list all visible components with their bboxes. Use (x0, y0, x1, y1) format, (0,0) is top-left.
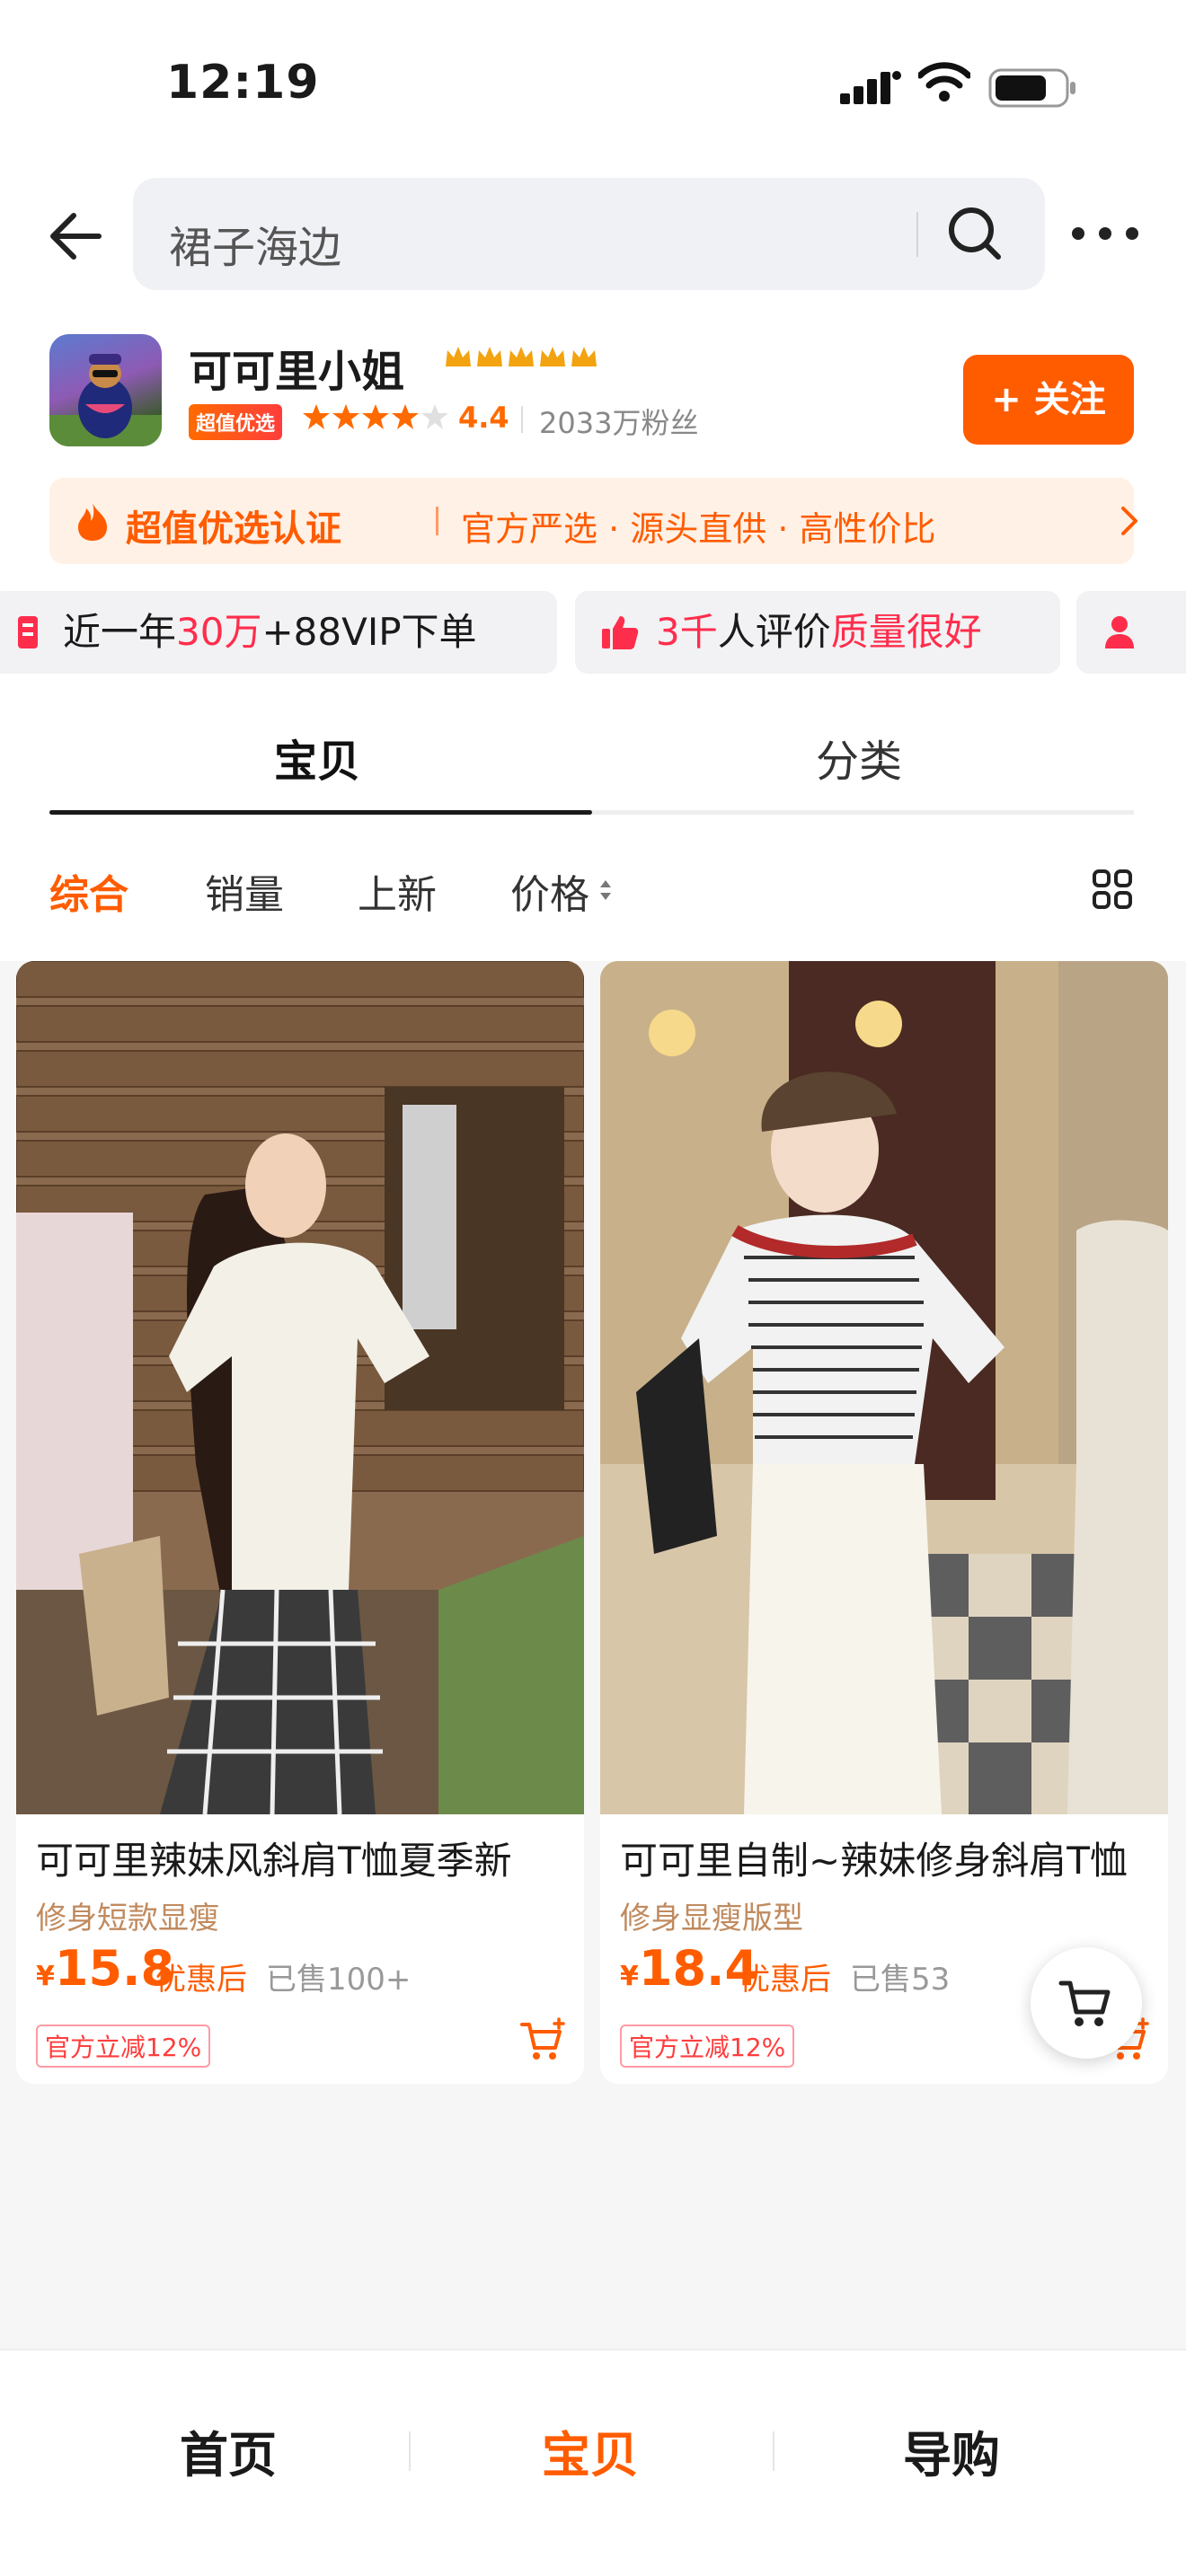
floating-cart-button[interactable] (1031, 1947, 1142, 2059)
sort-price[interactable]: 价格 (510, 862, 589, 920)
certification-title: 超值优选认证 (126, 508, 341, 550)
shop-avatar[interactable] (49, 334, 162, 446)
product-title[interactable]: 可可里辣妹风斜肩T恤夏季新 (36, 1831, 512, 1885)
thumbs-up-icon (602, 616, 639, 649)
flame-icon (78, 503, 107, 541)
value-badge: 超值优选 (189, 404, 283, 440)
sort-sales[interactable]: 销量 (205, 862, 284, 920)
search-bar[interactable]: 裙子海边 (133, 178, 1045, 290)
certification-desc: 官方严选 · 源头直供 · 高性价比 (461, 509, 936, 549)
cellular-signal-icon (840, 71, 901, 104)
nav-items[interactable]: 宝贝 (542, 2415, 639, 2486)
top-bar: 裙子海边 (0, 162, 1186, 314)
fans-count: 2033万粉丝 (539, 406, 699, 440)
shop-avatar-illustration (49, 354, 162, 446)
nav-divider (409, 2431, 411, 2471)
discount-label: 优惠后 (155, 1962, 247, 1998)
bottom-nav: 首页 宝贝 导购 (0, 2349, 1186, 2576)
promo-tag: 官方立减12% (36, 2025, 211, 2068)
sort-bar: 综合 销量 上新 价格 (0, 817, 1186, 961)
certification-banner[interactable]: 超值优选认证 官方严选 · 源头直供 · 高性价比 (49, 478, 1137, 564)
search-query[interactable]: 裙子海边 (169, 212, 341, 275)
shop-tabs: 宝贝 分类 (0, 710, 1186, 817)
nav-divider (773, 2431, 774, 2471)
tag-orders-text: 近一年30万+88VIP下单 (63, 610, 477, 654)
user-icon (1105, 616, 1134, 648)
sort-newest[interactable]: 上新 (358, 862, 437, 920)
discount-label: 优惠后 (739, 1962, 831, 1998)
follow-button[interactable]: + 关注 (963, 355, 1134, 445)
tab-items[interactable]: 宝贝 (274, 726, 360, 789)
add-to-cart-icon[interactable] (519, 2017, 566, 2062)
highlight-tags: 近一年30万+88VIP下单 3千人评价质量很好 (0, 591, 1186, 676)
sort-arrows-icon (600, 880, 611, 900)
product-image[interactable] (600, 961, 1168, 1814)
sold-count: 已售100+ (266, 1962, 412, 1998)
more-icon[interactable] (1069, 216, 1141, 251)
tag-orders[interactable]: 近一年30万+88VIP下单 (0, 591, 557, 674)
grid-view-icon[interactable] (1092, 869, 1133, 910)
back-arrow-icon[interactable] (45, 205, 108, 268)
status-bar: 12:19 (0, 0, 1186, 162)
shop-name[interactable]: 可可里小姐 (189, 336, 404, 399)
divider (521, 406, 523, 433)
rating-stars-icon (303, 404, 448, 429)
shop-rating: 4.4 (458, 401, 509, 435)
product-price: ¥18.4 (620, 1940, 759, 1997)
nav-home[interactable]: 首页 (180, 2415, 277, 2486)
battery-icon (988, 68, 1075, 108)
tag-reviews[interactable]: 3千人评价质量很好 (575, 591, 1060, 674)
tab-category[interactable]: 分类 (816, 726, 902, 789)
wifi-icon (918, 62, 970, 101)
tag-more[interactable] (1076, 591, 1186, 674)
tab-indicator (49, 810, 592, 815)
status-time: 12:19 (166, 56, 320, 110)
product-card[interactable]: 可可里辣妹风斜肩T恤夏季新 修身短款显瘦 ¥15.8 优惠后 已售100+ 官方… (16, 961, 584, 2084)
crown-level-icon (446, 347, 597, 366)
sort-comprehensive[interactable]: 综合 (49, 862, 128, 920)
chevron-right-icon (1121, 507, 1137, 535)
promo-tag: 官方立减12% (620, 2025, 795, 2068)
tab-indicator-track (49, 810, 1134, 815)
nav-guide[interactable]: 导购 (903, 2415, 1000, 2486)
cart-icon (1058, 1981, 1111, 2026)
search-icon[interactable] (946, 205, 1004, 262)
shop-info: 可可里小姐 超值优选 4.4 2033万粉丝 + 关注 超值优选认证 官方严选 … (0, 314, 1186, 710)
product-title[interactable]: 可可里自制~辣妹修身斜肩T恤 (620, 1831, 1128, 1885)
product-grid: 可可里辣妹风斜肩T恤夏季新 修身短款显瘦 ¥15.8 优惠后 已售100+ 官方… (0, 961, 1186, 2344)
product-price: ¥15.8 (36, 1940, 175, 1997)
product-image[interactable] (16, 961, 584, 1814)
sold-count: 已售53 (850, 1962, 951, 1998)
search-divider (916, 212, 918, 257)
tag-reviews-text: 3千人评价质量很好 (656, 610, 982, 654)
product-subtitle: 修身显瘦版型 (620, 1901, 803, 1936)
product-subtitle: 修身短款显瘦 (36, 1901, 219, 1936)
product-card[interactable]: 可可里自制~辣妹修身斜肩T恤 修身显瘦版型 ¥18.4 优惠后 已售53 官方立… (600, 961, 1168, 2084)
certification-divider (436, 507, 438, 535)
receipt-icon (18, 616, 38, 648)
